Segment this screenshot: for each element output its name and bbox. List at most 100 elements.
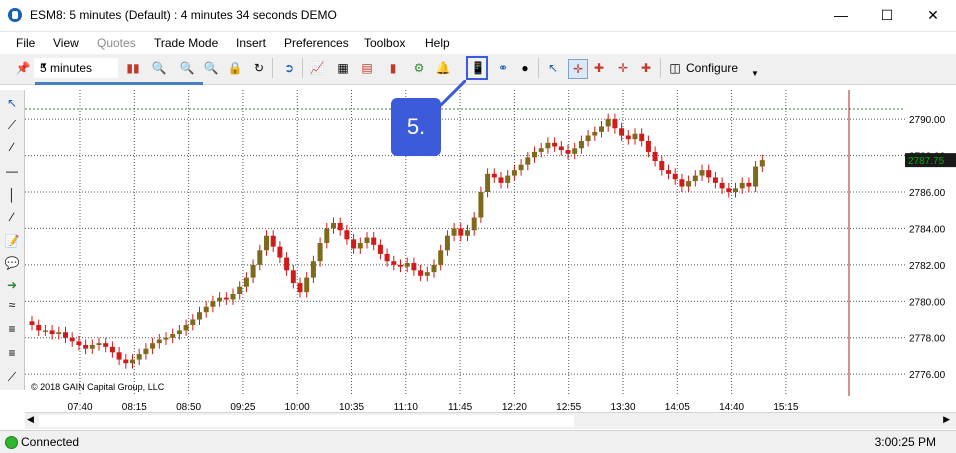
menu-help[interactable]: Help [425,36,450,50]
candle-body [625,135,631,140]
candle-body [733,188,738,192]
candle-body [491,173,497,178]
link-icon[interactable]: ⚭ [494,59,512,77]
fibonacci-fan-icon[interactable]: ≡ [3,344,21,362]
comment-icon[interactable]: 💬 [3,254,21,272]
bars-icon[interactable]: ▮ [384,59,402,77]
chart-type-icon[interactable]: ▮▮ [124,59,142,77]
menu-file[interactable]: File [16,36,35,50]
candle-body [56,332,62,335]
candle-body [170,334,176,338]
line-tool-icon[interactable]: ⟋ [3,116,21,134]
price-chart[interactable]: 2790.002788.002786.002784.002782.002780.… [25,82,956,413]
hierarchy-icon[interactable]: ▦ [334,59,352,77]
channel-tool-icon[interactable]: ∕ [3,138,21,156]
candle-body [639,133,645,141]
select-tool-icon[interactable]: ↖ [3,94,21,112]
menu-bar: File View Quotes Trade Mode Insert Prefe… [0,32,956,54]
menu-view[interactable]: View [53,36,79,50]
zoom-in-icon[interactable]: 🔍 [178,59,196,77]
toolbar-overflow-icon[interactable]: ▼ [746,64,764,82]
candle-body [176,330,182,335]
x-tick-label: 09:25 [230,402,255,412]
fibonacci-icon[interactable]: ≡ [3,320,21,338]
studies-icon[interactable]: ▤ [358,59,376,77]
chevron-down-icon: ▼ [40,61,48,70]
y-tick-label: 2790.00 [909,115,946,126]
candle-body [130,359,135,364]
candle-body [712,177,718,183]
candle-body [310,261,316,278]
scroll-left-icon[interactable]: ◀ [27,414,34,425]
candle-body [619,128,625,136]
candle-body [210,301,216,307]
candle-body [759,160,765,167]
maximize-button[interactable]: ☐ [864,0,910,30]
menu-quotes[interactable]: Quotes [97,36,136,50]
alert-bell-icon[interactable]: 🔔 [434,59,452,77]
tools-icon[interactable]: ⚙ [410,59,428,77]
crosshair-thin-icon[interactable]: ✚ [590,59,608,77]
candle-body [42,330,48,332]
x-tick-label: 14:05 [665,402,690,412]
candle-body [297,283,303,293]
candle-body [605,119,611,127]
menu-trade-mode[interactable]: Trade Mode [154,36,218,50]
menu-preferences[interactable]: Preferences [284,36,349,50]
parallel-lines-icon[interactable]: ∕ [3,208,21,226]
close-button[interactable]: ✕ [910,0,956,30]
gann-fan-icon[interactable]: ⟋ [3,368,21,386]
vertical-line-icon[interactable]: │ [3,186,21,204]
candle-body [431,264,437,273]
candle-body [458,228,464,236]
candle-body [666,170,671,174]
candle-body [150,343,156,349]
note-icon[interactable]: 📝 [3,232,21,250]
copyright-text: © 2018 GAIN Capital Group, LLC [31,382,165,392]
pointer-icon[interactable]: ↖ [544,59,562,77]
candle-body [404,263,410,267]
candle-body [270,235,276,247]
connection-status-icon [5,436,18,449]
zoom-icon[interactable]: 🔍 [150,59,168,77]
pin-icon[interactable]: 📌 [14,59,32,77]
toolbar-separator [302,58,303,78]
wave-icon[interactable]: ≈ [3,296,21,314]
configure-button[interactable]: Configure [686,61,738,75]
crosshair-dot-icon[interactable]: ✛ [614,59,632,77]
minimize-button[interactable]: — [818,0,864,30]
x-tick-label: 14:40 [719,402,744,412]
lock-icon[interactable]: 🔒 [226,59,244,77]
interval-select[interactable]: 5 minutes ▼ [34,58,118,78]
scroll-thumb[interactable] [39,415,574,427]
crosshair-icon[interactable]: ✛ [568,59,588,79]
x-tick-label: 13:30 [610,402,635,412]
zoom-out-icon[interactable]: 🔍 [202,59,220,77]
y-tick-label: 2782.00 [909,261,946,272]
candle-body [719,182,725,189]
candle-body [471,217,477,231]
refresh-icon[interactable]: ↻ [250,59,268,77]
candle-body [398,264,403,267]
scroll-right-icon[interactable]: ▶ [943,414,950,425]
horizontal-line-icon[interactable]: — [3,162,21,180]
connection-status: Connected [21,435,80,449]
candle-body [76,341,82,345]
configure-icon[interactable]: ◫ [666,59,684,77]
cursor-sync-icon[interactable]: ➲ [280,59,298,77]
candle-body [371,237,377,245]
horizontal-scrollbar[interactable]: ◀ ▶ [25,412,956,429]
eraser-icon[interactable]: ● [516,59,534,77]
candle-body [190,319,196,325]
indicators-icon[interactable]: 📈 [308,59,326,77]
candle-body [250,264,256,278]
menu-toolbox[interactable]: Toolbox [364,36,405,50]
toolbar-separator [660,58,661,78]
chart-svg[interactable]: 2790.002788.002786.002784.002782.002780.… [25,82,956,413]
crosshair-h-icon[interactable]: ✚ [637,59,655,77]
candle-body [36,324,42,331]
candle-body [418,270,424,276]
arrow-icon[interactable]: ➜ [3,276,21,294]
menu-insert[interactable]: Insert [236,36,266,50]
candle-body [83,345,89,349]
